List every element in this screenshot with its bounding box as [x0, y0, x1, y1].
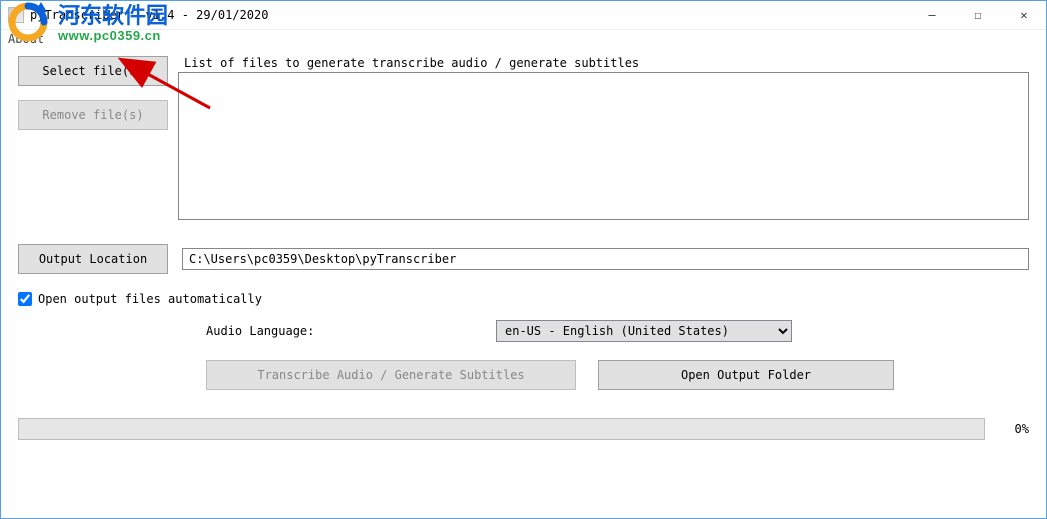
open-auto-checkbox[interactable]: [18, 292, 32, 306]
maximize-button[interactable]: ☐: [955, 0, 1001, 30]
open-output-folder-button[interactable]: Open Output Folder: [598, 360, 894, 390]
app-icon: [8, 7, 24, 23]
file-list-label: List of files to generate transcribe aud…: [184, 56, 1029, 70]
select-files-button[interactable]: Select file(s): [18, 56, 168, 86]
window-controls: — ☐ ✕: [909, 0, 1047, 30]
progress-percent: 0%: [999, 422, 1029, 436]
window-title: pyTranscriber - v1.4 - 29/01/2020: [30, 8, 268, 22]
transcribe-button[interactable]: Transcribe Audio / Generate Subtitles: [206, 360, 576, 390]
audio-language-label: Audio Language:: [206, 324, 496, 338]
audio-language-select[interactable]: en-US - English (United States): [496, 320, 792, 342]
titlebar: pyTranscriber - v1.4 - 29/01/2020 — ☐ ✕: [0, 0, 1047, 30]
remove-files-button[interactable]: Remove file(s): [18, 100, 168, 130]
close-button[interactable]: ✕: [1001, 0, 1047, 30]
open-auto-label: Open output files automatically: [38, 292, 262, 306]
minimize-button[interactable]: —: [909, 0, 955, 30]
progress-bar: [18, 418, 985, 440]
output-path-input[interactable]: [182, 248, 1029, 270]
output-location-button[interactable]: Output Location: [18, 244, 168, 274]
file-list[interactable]: [178, 72, 1029, 220]
